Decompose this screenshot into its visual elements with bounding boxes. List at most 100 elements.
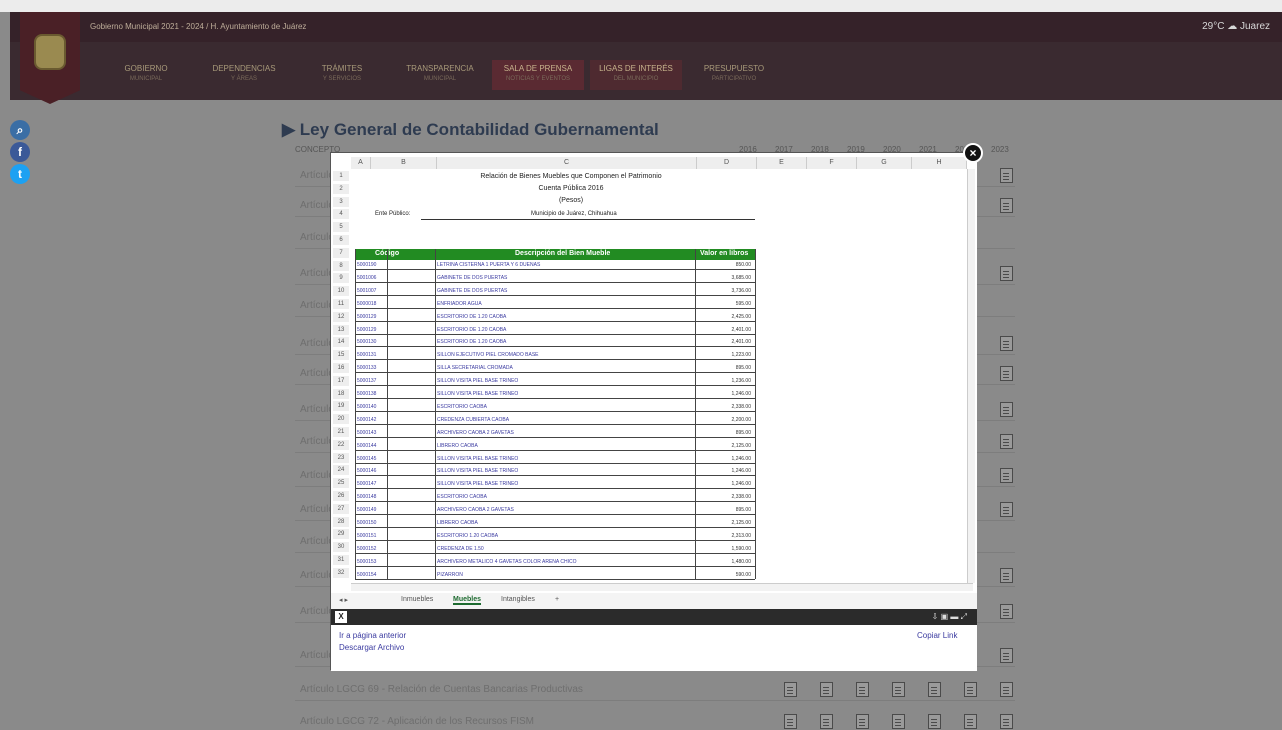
document-download-icon[interactable]	[1000, 366, 1013, 381]
asset-description: LIBRERO CAOBA	[437, 520, 478, 526]
row-number[interactable]: 5	[333, 222, 349, 233]
nav-ligas-de-interes[interactable]: LIGAS DE INTERÉS DEL MUNICIPIO	[590, 60, 682, 90]
asset-description: ESCRITORIO DE 1.20 CAOBA	[437, 326, 507, 333]
document-download-icon[interactable]	[1000, 714, 1013, 729]
document-download-icon[interactable]	[1000, 604, 1013, 619]
nav-presupuesto-label: PRESUPUESTO	[703, 64, 765, 73]
download-file-link[interactable]: Descargar Archivo	[339, 643, 404, 652]
col-E-header[interactable]: E	[757, 157, 807, 169]
col-D-header[interactable]: D	[697, 157, 757, 169]
row-number[interactable]: 28	[333, 516, 349, 527]
row-number[interactable]: 27	[333, 503, 349, 514]
document-download-icon[interactable]	[892, 682, 905, 697]
nav-transparencia[interactable]: TRANSPARENCIA MUNICIPAL	[394, 60, 486, 90]
row-number[interactable]: 23	[333, 452, 349, 463]
nav-sala-sub: NOTICIAS Y EVENTOS	[505, 76, 571, 82]
document-download-icon[interactable]	[856, 714, 869, 729]
document-download-icon[interactable]	[1000, 266, 1013, 281]
row-number[interactable]: 29	[333, 529, 349, 540]
row-number[interactable]: 25	[333, 478, 349, 489]
row-number[interactable]: 7	[333, 247, 349, 258]
row-number[interactable]: 16	[333, 363, 349, 373]
document-download-icon[interactable]	[784, 682, 797, 697]
tab-inmuebles[interactable]: Inmuebles	[401, 596, 433, 603]
row-number[interactable]: 6	[333, 235, 349, 245]
year-2023-header: 2023	[991, 145, 1009, 154]
row-number[interactable]: 24	[333, 465, 349, 476]
document-download-icon[interactable]	[1000, 502, 1013, 517]
document-download-icon[interactable]	[1000, 198, 1013, 213]
document-download-icon[interactable]	[1000, 434, 1013, 449]
col-C-header[interactable]: C	[437, 157, 697, 169]
row-number[interactable]: 14	[333, 337, 349, 348]
row-number[interactable]: 13	[333, 324, 349, 335]
nav-dependencias[interactable]: DEPENDENCIAS Y ÁREAS	[198, 60, 290, 90]
document-download-icon[interactable]	[928, 682, 941, 697]
row-number[interactable]: 12	[333, 311, 349, 322]
tab-intangibles[interactable]: Intangibles	[501, 596, 535, 603]
horizontal-scrollbar[interactable]	[351, 583, 973, 591]
row-number[interactable]: 31	[333, 555, 349, 565]
asset-value: 895.00	[735, 429, 751, 436]
asset-value: 1,480.00	[731, 558, 751, 565]
asset-description: ARCHIVERO METALICO 4 GAVETAS COLOR ARENA…	[437, 558, 577, 565]
document-download-icon[interactable]	[820, 682, 833, 697]
document-download-icon[interactable]	[1000, 682, 1013, 697]
document-download-icon[interactable]	[784, 714, 797, 729]
col-A-header[interactable]: A	[351, 157, 371, 169]
row-number[interactable]: 9	[333, 273, 349, 284]
row-number[interactable]: 8	[333, 260, 349, 271]
nav-dependencias-sub: Y ÁREAS	[231, 76, 257, 82]
twitter-icon[interactable]: t	[10, 164, 30, 184]
tab-nav-arrows-icon[interactable]: ◂ ▸	[339, 596, 348, 604]
row-number[interactable]: 20	[333, 414, 349, 425]
asset-value: 895.00	[735, 507, 751, 514]
document-download-icon[interactable]	[856, 682, 869, 697]
row-number[interactable]: 10	[333, 286, 349, 297]
previous-page-link[interactable]: Ir a página anterior	[339, 631, 406, 640]
document-download-icon[interactable]	[964, 714, 977, 729]
add-sheet-icon[interactable]: +	[555, 596, 559, 603]
row-number[interactable]: 22	[333, 439, 349, 450]
row-number[interactable]: 19	[333, 401, 349, 412]
row-number[interactable]: 26	[333, 491, 349, 501]
row-number[interactable]: 30	[333, 542, 349, 553]
document-download-icon[interactable]	[964, 682, 977, 697]
document-download-icon[interactable]	[892, 714, 905, 729]
row-number[interactable]: 15	[333, 350, 349, 361]
nav-tramites[interactable]: TRÁMITES Y SERVICIOS	[296, 60, 388, 90]
document-download-icon[interactable]	[1000, 468, 1013, 483]
row-number[interactable]: 4	[333, 209, 349, 220]
row-number[interactable]: 2	[333, 183, 349, 194]
nav-sala-de-prensa[interactable]: SALA DE PRENSA NOTICIAS Y EVENTOS	[492, 60, 584, 90]
col-G-header[interactable]: G	[857, 157, 912, 169]
row-number[interactable]: 17	[333, 375, 349, 386]
vertical-scrollbar[interactable]	[967, 169, 975, 583]
document-download-icon[interactable]	[1000, 168, 1013, 183]
copy-link[interactable]: Copiar Link	[917, 631, 957, 640]
row-number[interactable]: 3	[333, 196, 349, 207]
document-download-icon[interactable]	[1000, 648, 1013, 663]
row-number[interactable]: 1	[333, 171, 349, 181]
row-number[interactable]: 32	[333, 567, 349, 578]
facebook-icon[interactable]: f	[10, 142, 30, 162]
viewer-toolbar-icons[interactable]: ⇩ ▣ ▬ ⤢	[932, 612, 967, 622]
search-icon[interactable]: ⌕	[10, 120, 30, 140]
row-number[interactable]: 21	[333, 427, 349, 437]
row-number[interactable]: 18	[333, 388, 349, 399]
document-download-icon[interactable]	[928, 714, 941, 729]
municipal-crest-logo[interactable]	[20, 12, 80, 104]
row-number[interactable]: 11	[333, 299, 349, 309]
col-B-header[interactable]: B	[371, 157, 437, 169]
document-download-icon[interactable]	[1000, 336, 1013, 351]
col-F-header[interactable]: F	[807, 157, 857, 169]
col-H-header[interactable]: H	[912, 157, 967, 169]
tab-muebles[interactable]: Muebles	[453, 596, 482, 605]
document-download-icon[interactable]	[1000, 568, 1013, 583]
close-modal-button[interactable]: ×	[963, 143, 983, 163]
spreadsheet-grid[interactable]: A B C D E F G H Relación de Bienes Muebl…	[331, 153, 977, 593]
nav-presupuesto[interactable]: PRESUPUESTO PARTICIPATIVO	[688, 60, 780, 90]
document-download-icon[interactable]	[1000, 402, 1013, 417]
nav-gobierno[interactable]: GOBIERNO MUNICIPAL	[100, 60, 192, 90]
document-download-icon[interactable]	[820, 714, 833, 729]
